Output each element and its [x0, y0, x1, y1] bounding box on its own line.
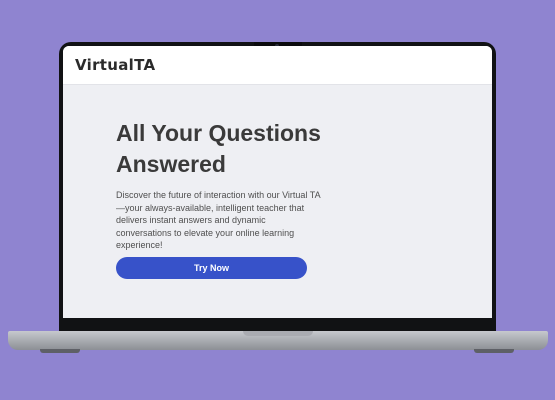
laptop-base — [8, 331, 548, 350]
laptop-screen: VirtualTA All Your Questions Answered Di… — [63, 46, 492, 318]
laptop-foot-left — [40, 349, 80, 353]
try-now-button[interactable]: Try Now — [116, 257, 307, 279]
laptop-frame: VirtualTA All Your Questions Answered Di… — [59, 42, 496, 338]
site-header: VirtualTA — [63, 46, 492, 85]
hero-description: Discover the future of interaction with … — [116, 190, 321, 250]
laptop-base-groove — [243, 331, 313, 336]
site-logo[interactable]: VirtualTA — [75, 56, 155, 74]
hero-title: All Your Questions Answered — [116, 118, 376, 180]
hero-title-line-2: Answered — [116, 151, 226, 177]
hero-title-line-1: All Your Questions — [116, 120, 321, 146]
laptop-foot-right — [474, 349, 514, 353]
